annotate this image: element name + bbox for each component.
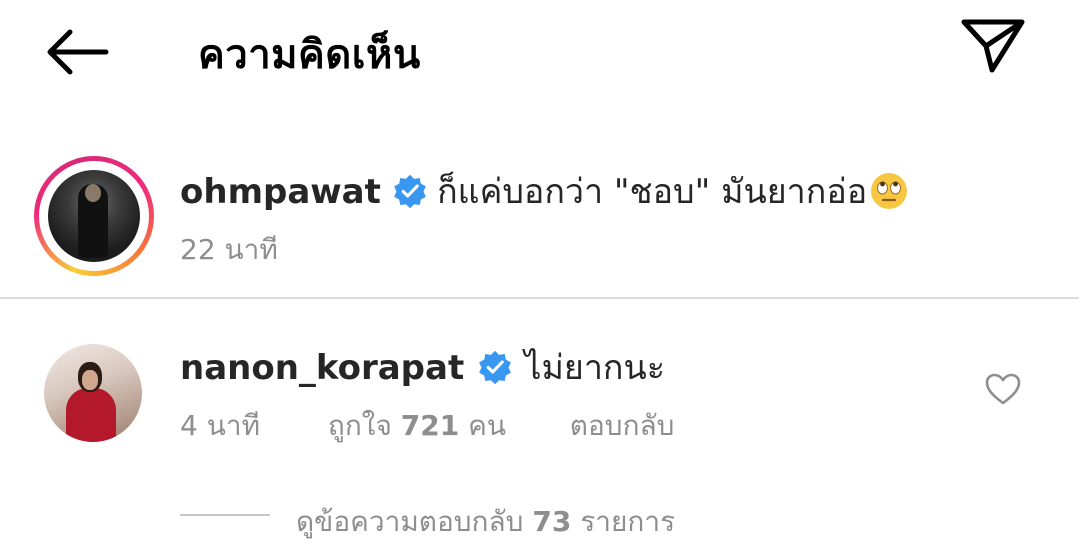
replies-prefix: ดูข้อความตอบกลับ	[296, 505, 524, 538]
avatar	[48, 170, 140, 262]
replies-count: 73	[532, 505, 572, 538]
verified-badge-icon	[479, 350, 512, 385]
comment-likes[interactable]: ถูกใจ 721 คน	[328, 409, 506, 442]
caption-text: ก็แค่บอกว่า "ชอบ" มันยากอ่อ	[437, 172, 868, 212]
comment-time: 4 นาที	[180, 409, 261, 442]
caption-username[interactable]: ohmpawat	[180, 172, 381, 212]
send-icon[interactable]	[958, 16, 1028, 76]
likes-count: 721	[400, 409, 460, 442]
divider	[0, 297, 1079, 299]
story-ring-avatar[interactable]	[34, 156, 154, 276]
caption-time: 22 นาที	[180, 233, 278, 266]
avatar[interactable]	[44, 344, 142, 442]
heart-icon[interactable]	[984, 372, 1022, 406]
comment-meta: 4 นาที ถูกใจ 721 คน ตอบกลับ	[180, 404, 674, 448]
verified-badge-icon	[394, 174, 426, 209]
page-title: ความคิดเห็น	[198, 32, 421, 78]
replies-divider-line	[180, 514, 270, 516]
back-arrow-icon[interactable]	[40, 24, 112, 80]
comment-line: nanon_korapat ไม่ยากนะ	[180, 340, 665, 394]
replies-suffix: รายการ	[580, 505, 676, 538]
comment-username[interactable]: nanon_korapat	[180, 348, 464, 388]
view-replies-link[interactable]: ดูข้อความตอบกลับ 73 รายการ	[296, 500, 675, 544]
likes-suffix: คน	[468, 409, 506, 442]
reply-button[interactable]: ตอบกลับ	[570, 409, 675, 442]
rolling-eyes-emoji-icon	[871, 173, 908, 209]
likes-prefix: ถูกใจ	[327, 409, 392, 442]
caption-line: ohmpawat ก็แค่บอกว่า "ชอบ" มันยากอ่อ	[180, 164, 909, 218]
comment-text: ไม่ยากนะ	[524, 348, 666, 388]
